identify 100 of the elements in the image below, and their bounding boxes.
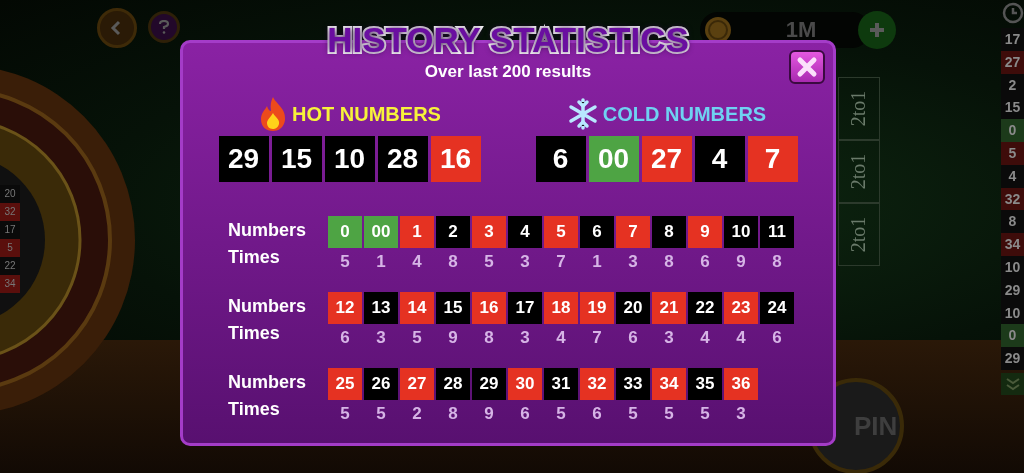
close-button[interactable] [789,50,825,84]
times-count: 5 [700,404,710,424]
number-cell: 19 [580,292,614,324]
hot-number: 16 [430,136,481,182]
column-bet-cell[interactable]: 2to1 [838,77,880,140]
history-number: 32 [1001,187,1024,211]
hot-numbers-label: HOT NUMBERS [292,102,441,126]
number-cell: 9 [688,216,722,248]
cold-number: 4 [694,136,745,182]
history-number: 10 [1001,255,1024,279]
number-cell: 7 [616,216,650,248]
times-count: 5 [412,328,422,348]
times-count: 4 [736,328,746,348]
wheel-number: 22 [0,257,20,275]
times-count: 4 [412,252,422,272]
times-count: 8 [772,252,782,272]
times-count: 9 [484,404,494,424]
number-cell: 25 [328,368,362,400]
number-cell: 33 [616,368,650,400]
history-number: 0 [1001,119,1024,142]
times-count: 6 [340,328,350,348]
history-number: 29 [1001,278,1024,302]
history-number: 4 [1001,164,1024,188]
number-cell: 00 [364,216,398,248]
times-count: 3 [376,328,386,348]
history-clock-icon[interactable] [1001,2,1024,24]
hot-number: 15 [271,136,322,182]
number-cell: 13 [364,292,398,324]
number-cell: 24 [760,292,794,324]
balance-amount: 1M [784,17,818,43]
column-bet-cell[interactable]: 2to1 [838,140,880,203]
times-count: 8 [448,404,458,424]
column-bet-cell[interactable]: 2to1 [838,203,880,266]
wheel-number: 17 [0,221,20,239]
number-cell: 22 [688,292,722,324]
number-cell: 12 [328,292,362,324]
times-label: Times [228,247,281,268]
number-cell: 29 [472,368,506,400]
times-count: 3 [520,328,530,348]
number-cell: 26 [364,368,398,400]
times-count: 8 [448,252,458,272]
history-number: 5 [1001,142,1024,165]
times-count: 1 [376,252,386,272]
number-cell: 21 [652,292,686,324]
number-cell: 27 [400,368,434,400]
number-cell: 10 [724,216,758,248]
history-number: 10 [1001,301,1024,325]
times-count: 5 [664,404,674,424]
times-count: 5 [376,404,386,424]
times-count: 5 [340,404,350,424]
times-count: 6 [700,252,710,272]
number-cell: 2 [436,216,470,248]
history-number: 0 [1001,324,1024,348]
dialog-subtitle: Over last 200 results [424,62,592,82]
numbers-label: Numbers [228,220,308,241]
times-count: 3 [664,328,674,348]
history-number: 17 [1001,28,1024,51]
history-number: 29 [1001,347,1024,370]
times-count: 7 [592,328,602,348]
times-count: 5 [484,252,494,272]
number-cell: 28 [436,368,470,400]
history-number: 2 [1001,73,1024,97]
number-cell: 15 [436,292,470,324]
question-mark-icon [158,20,170,34]
number-cell: 14 [400,292,434,324]
hot-number: 28 [377,136,428,182]
numbers-label: Numbers [228,296,308,317]
times-count: 8 [664,252,674,272]
history-number: 34 [1001,233,1024,256]
times-count: 9 [448,328,458,348]
number-cell: 23 [724,292,758,324]
number-cell: 35 [688,368,722,400]
cold-number: 00 [588,136,639,182]
number-cell: 20 [616,292,650,324]
cold-number: 6 [535,136,586,182]
times-count: 2 [412,404,422,424]
history-number: 8 [1001,210,1024,234]
wheel-number: 20 [0,185,20,203]
times-label: Times [228,399,281,420]
number-cell: 36 [724,368,758,400]
wheel-number: 34 [0,275,20,293]
times-count: 6 [628,328,638,348]
wheel-number: 5 [0,239,20,257]
times-count: 5 [556,404,566,424]
hot-number: 29 [218,136,269,182]
plus-icon [868,21,886,39]
number-cell: 6 [580,216,614,248]
number-cell: 30 [508,368,542,400]
number-cell: 16 [472,292,506,324]
cold-number: 7 [747,136,798,182]
cold-number: 27 [641,136,692,182]
times-count: 6 [772,328,782,348]
double-chevron-down-icon [1004,376,1021,391]
times-count: 3 [628,252,638,272]
times-count: 3 [736,404,746,424]
times-count: 4 [556,328,566,348]
history-number: 15 [1001,96,1024,120]
number-cell: 5 [544,216,578,248]
number-cell: 1 [400,216,434,248]
number-cell: 31 [544,368,578,400]
